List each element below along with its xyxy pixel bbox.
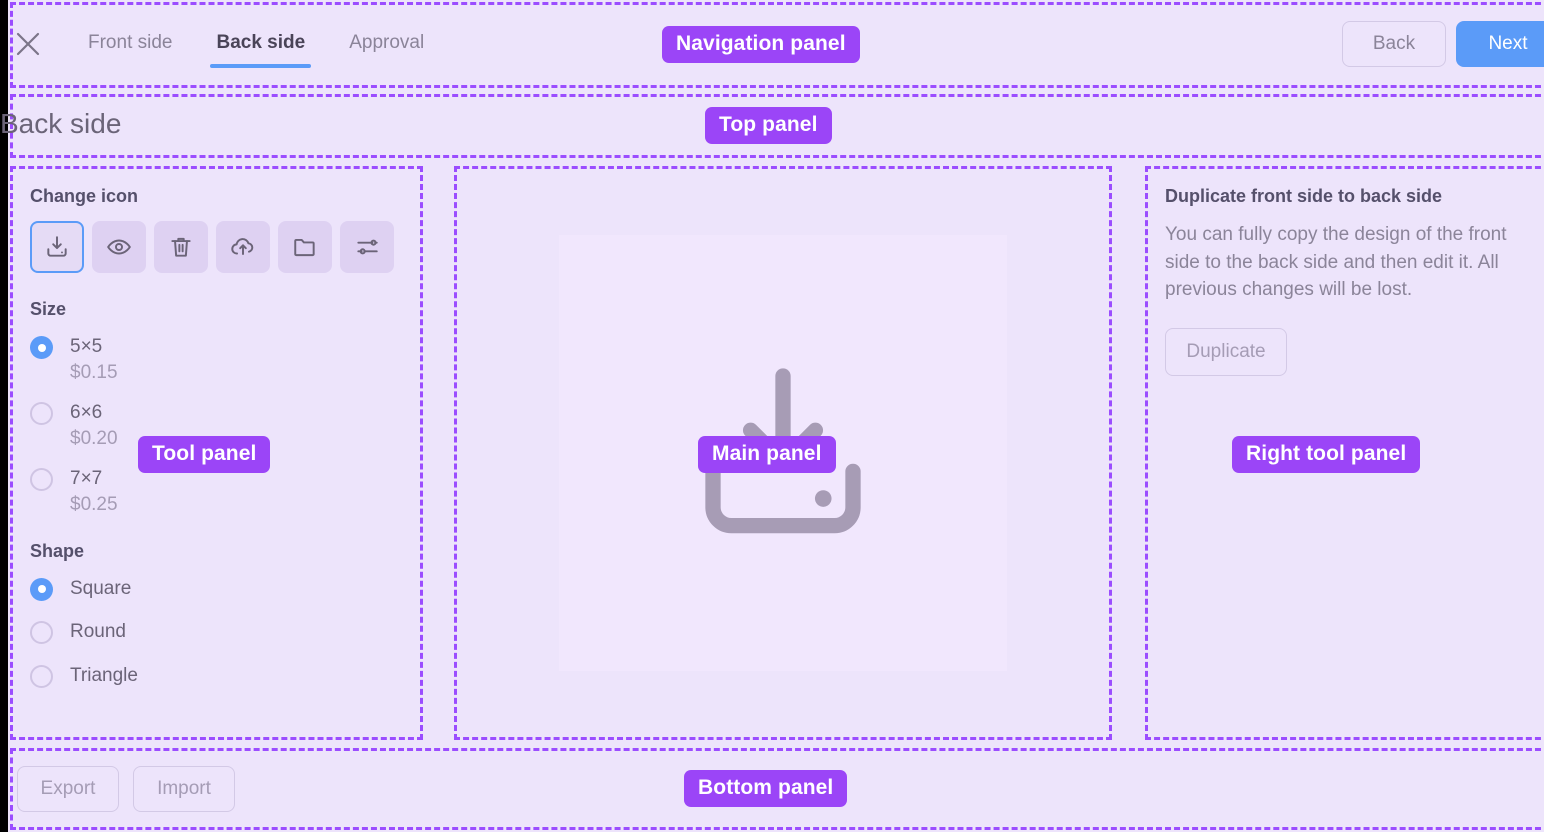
next-button[interactable]: Next: [1456, 21, 1544, 67]
size-option-label: 7×7: [70, 468, 103, 490]
size-option-text: 7×7 $0.25: [70, 466, 118, 518]
nav-tabs: Front side Back side Approval: [66, 26, 446, 68]
size-option-text: 6×6 $0.20: [70, 400, 118, 452]
icon-button-cloud-upload[interactable]: [216, 221, 270, 273]
annotation-navigation-panel: Navigation panel: [662, 26, 860, 64]
shape-option-text: Square: [70, 576, 131, 602]
tab-approval[interactable]: Approval: [327, 26, 446, 68]
size-option-5x5[interactable]: 5×5 $0.15: [30, 334, 423, 386]
shape-option-label: Triangle: [70, 664, 138, 686]
icon-button-eye[interactable]: [92, 221, 146, 273]
radio-6x6[interactable]: [30, 402, 53, 426]
shape-option-text: Triangle: [70, 663, 138, 689]
shape-option-label: Round: [70, 621, 126, 643]
duplicate-button[interactable]: Duplicate: [1165, 327, 1287, 376]
annotation-right-tool-panel: Right tool panel: [1232, 436, 1421, 474]
annotation-bottom-panel: Bottom panel: [684, 770, 848, 808]
radio-5x5[interactable]: [30, 336, 53, 359]
radio-triangle[interactable]: [30, 664, 53, 688]
screenshot-root: Front side Back side Approval Back Next …: [0, 0, 1544, 832]
tab-front-side[interactable]: Front side: [66, 26, 194, 68]
size-group: Size 5×5 $0.15 6×6 $0.20 7×7 $0.25: [30, 299, 423, 519]
icon-button-sliders[interactable]: [340, 221, 394, 273]
shape-option-text: Round: [70, 619, 126, 645]
radio-round[interactable]: [30, 621, 53, 645]
size-option-7x7[interactable]: 7×7 $0.25: [30, 466, 423, 518]
app-surface: Front side Back side Approval Back Next …: [0, 0, 1544, 832]
close-icon[interactable]: [14, 30, 42, 58]
shape-option-square[interactable]: Square: [30, 576, 423, 602]
tab-back-side[interactable]: Back side: [194, 26, 327, 68]
radio-square[interactable]: [30, 577, 53, 601]
size-option-price: $0.15: [70, 361, 118, 383]
export-button[interactable]: Export: [17, 766, 119, 812]
change-icon-label: Change icon: [30, 186, 139, 206]
radio-7x7[interactable]: [30, 468, 53, 492]
back-button[interactable]: Back: [1342, 21, 1446, 67]
icon-button-download[interactable]: [30, 221, 84, 273]
shape-option-label: Square: [70, 577, 132, 599]
shape-group: Shape Square Round Triangle: [30, 541, 423, 689]
size-option-price: $0.20: [70, 427, 118, 449]
icon-picker: [30, 221, 423, 273]
icon-button-folder[interactable]: [278, 221, 332, 273]
size-label: Size: [30, 299, 67, 319]
page-title: Back side: [0, 108, 122, 139]
shape-option-round[interactable]: Round: [30, 619, 423, 645]
duplicate-title: Duplicate front side to back side: [1165, 186, 1443, 206]
size-option-text: 5×5 $0.15: [70, 334, 118, 386]
import-button[interactable]: Import: [133, 766, 235, 812]
shape-option-triangle[interactable]: Triangle: [30, 663, 423, 689]
size-option-label: 6×6: [70, 402, 103, 424]
size-option-price: $0.25: [70, 494, 118, 516]
annotation-top-panel: Top panel: [705, 107, 832, 145]
nav-actions: Back Next: [1342, 21, 1544, 67]
annotation-tool-panel: Tool panel: [138, 436, 271, 474]
icon-button-trash[interactable]: [154, 221, 208, 273]
shape-label: Shape: [30, 540, 85, 561]
size-option-label: 5×5: [70, 336, 103, 357]
duplicate-description: You can fully copy the design of the fro…: [1165, 224, 1507, 301]
annotation-main-panel: Main panel: [698, 436, 836, 474]
